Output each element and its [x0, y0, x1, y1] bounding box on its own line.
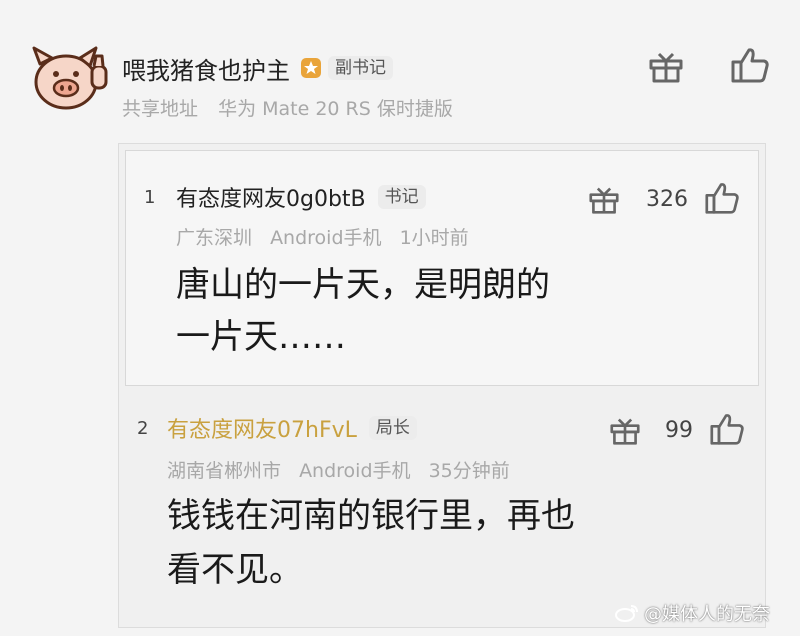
- reply-header: 有态度网友0g0btB 书记: [176, 181, 426, 213]
- reply-index: 2: [137, 418, 149, 439]
- device-label: Android手机: [299, 460, 411, 482]
- like-count: 326: [646, 187, 688, 212]
- reply-text-line-1: 钱钱在河南的银行里，再也: [167, 496, 575, 536]
- reply-meta: 湖南省郴州市 Android手机 35分钟前: [167, 456, 510, 483]
- like-count: 99: [665, 418, 693, 443]
- gift-icon[interactable]: [648, 50, 684, 84]
- timestamp: 35分钟前: [428, 460, 510, 482]
- weibo-icon: [615, 605, 638, 622]
- reply-badge: 书记: [377, 184, 426, 210]
- reply-index: 1: [144, 187, 156, 208]
- gift-icon[interactable]: [588, 185, 620, 215]
- timestamp: 1小时前: [399, 227, 469, 249]
- reply-header: 有态度网友07hFvL 局长: [167, 412, 417, 444]
- reply-item: 1 有态度网友0g0btB 书记 广东深圳 Android手机 1小时前 326…: [125, 150, 759, 386]
- reply-thread: 1 有态度网友0g0btB 书记 广东深圳 Android手机 1小时前 326…: [118, 143, 766, 628]
- device-label: 华为 Mate 20 RS 保时捷版: [218, 98, 453, 120]
- thumbs-up-icon[interactable]: [709, 412, 745, 446]
- reply-user-name[interactable]: 有态度网友0g0btB: [176, 181, 366, 213]
- gift-icon[interactable]: [609, 416, 641, 446]
- watermark-text: @媒体人的无奈: [644, 604, 770, 625]
- thumbs-up-icon[interactable]: [704, 181, 740, 215]
- medal-icon: [301, 58, 321, 78]
- reply-user-name[interactable]: 有态度网友07hFvL: [167, 412, 357, 444]
- reply-meta: 广东深圳 Android手机 1小时前: [176, 223, 469, 250]
- top-comment-user-name[interactable]: 喂我猪食也护主: [122, 51, 290, 86]
- thumbs-up-icon[interactable]: [730, 46, 770, 84]
- top-comment-header: 喂我猪食也护主 副书记: [122, 50, 393, 86]
- top-comment-meta: 共享地址 华为 Mate 20 RS 保时捷版: [122, 94, 453, 121]
- top-comment: 喂我猪食也护主 副书记 共享地址 华为 Mate 20 RS 保时捷版: [0, 0, 800, 140]
- watermark: @媒体人的无奈: [614, 600, 770, 626]
- reply-text-line-2: 看不见。: [167, 550, 303, 590]
- reply-badge: 局长: [368, 415, 417, 441]
- reply-text-line-1: 唐山的一片天，是明朗的: [176, 265, 550, 305]
- pig-avatar[interactable]: [28, 44, 112, 114]
- reply-item: 2 有态度网友07hFvL 局长 湖南省郴州市 Android手机 35分钟前 …: [125, 396, 759, 624]
- location-label: 广东深圳: [176, 227, 253, 249]
- device-label: Android手机: [270, 227, 382, 249]
- reply-text-line-2: 一片天……: [176, 317, 346, 357]
- top-comment-badge: 副书记: [328, 55, 393, 81]
- location-label: 共享地址: [122, 98, 199, 120]
- location-label: 湖南省郴州市: [167, 460, 282, 482]
